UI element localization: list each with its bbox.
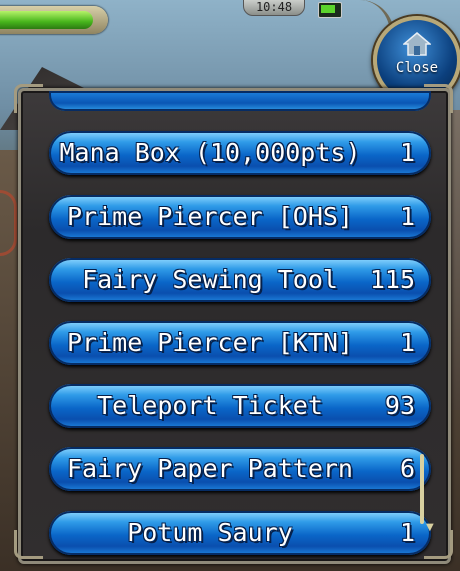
list-item-partial[interactable] [49,91,431,111]
item-name: Fairy Sewing Tool [82,265,338,294]
item-count: 1 [399,328,415,357]
home-icon [403,32,431,56]
list-item[interactable]: Fairy Sewing Tool 115 [49,258,431,302]
panel-corner-ornament [424,84,453,113]
item-list-panel: Mana Box (10,000pts) 1 Prime Piercer [OH… [18,88,451,564]
panel-corner-ornament [14,84,43,113]
list-item[interactable]: Prime Piercer [KTN] 1 [49,321,431,365]
item-list: Mana Box (10,000pts) 1 Prime Piercer [OH… [21,91,448,561]
list-item[interactable]: Potum Saury 1 [49,511,431,555]
item-name: Mana Box (10,000pts) [59,138,361,167]
background-ornament [0,190,17,256]
list-item[interactable]: Teleport Ticket 93 [49,384,431,428]
item-name: Prime Piercer [OHS] [67,202,353,231]
hp-gauge [0,6,108,34]
item-count: 1 [399,202,415,231]
scrollbar[interactable] [420,454,424,524]
item-name: Fairy Paper Pattern [67,454,353,483]
item-count: 6 [399,454,415,483]
list-item[interactable]: Prime Piercer [OHS] 1 [49,195,431,239]
panel-corner-ornament [14,530,43,559]
item-name: Potum Saury [127,518,293,547]
panel-corner-ornament [424,530,453,559]
item-count: 93 [384,391,415,420]
item-name: Teleport Ticket [97,391,323,420]
list-item[interactable]: Fairy Paper Pattern 6 [49,447,431,491]
list-item[interactable]: Mana Box (10,000pts) 1 [49,131,431,175]
scroll-down-icon[interactable]: ▼ [426,522,434,533]
hp-gauge-fill [0,11,93,29]
clock: 10:48 [243,0,305,16]
item-count: 1 [399,138,415,167]
item-count: 115 [369,265,415,294]
item-name: Prime Piercer [KTN] [67,328,353,357]
item-count: 1 [399,518,415,547]
close-button-label: Close [395,60,439,76]
battery-icon [318,2,342,18]
